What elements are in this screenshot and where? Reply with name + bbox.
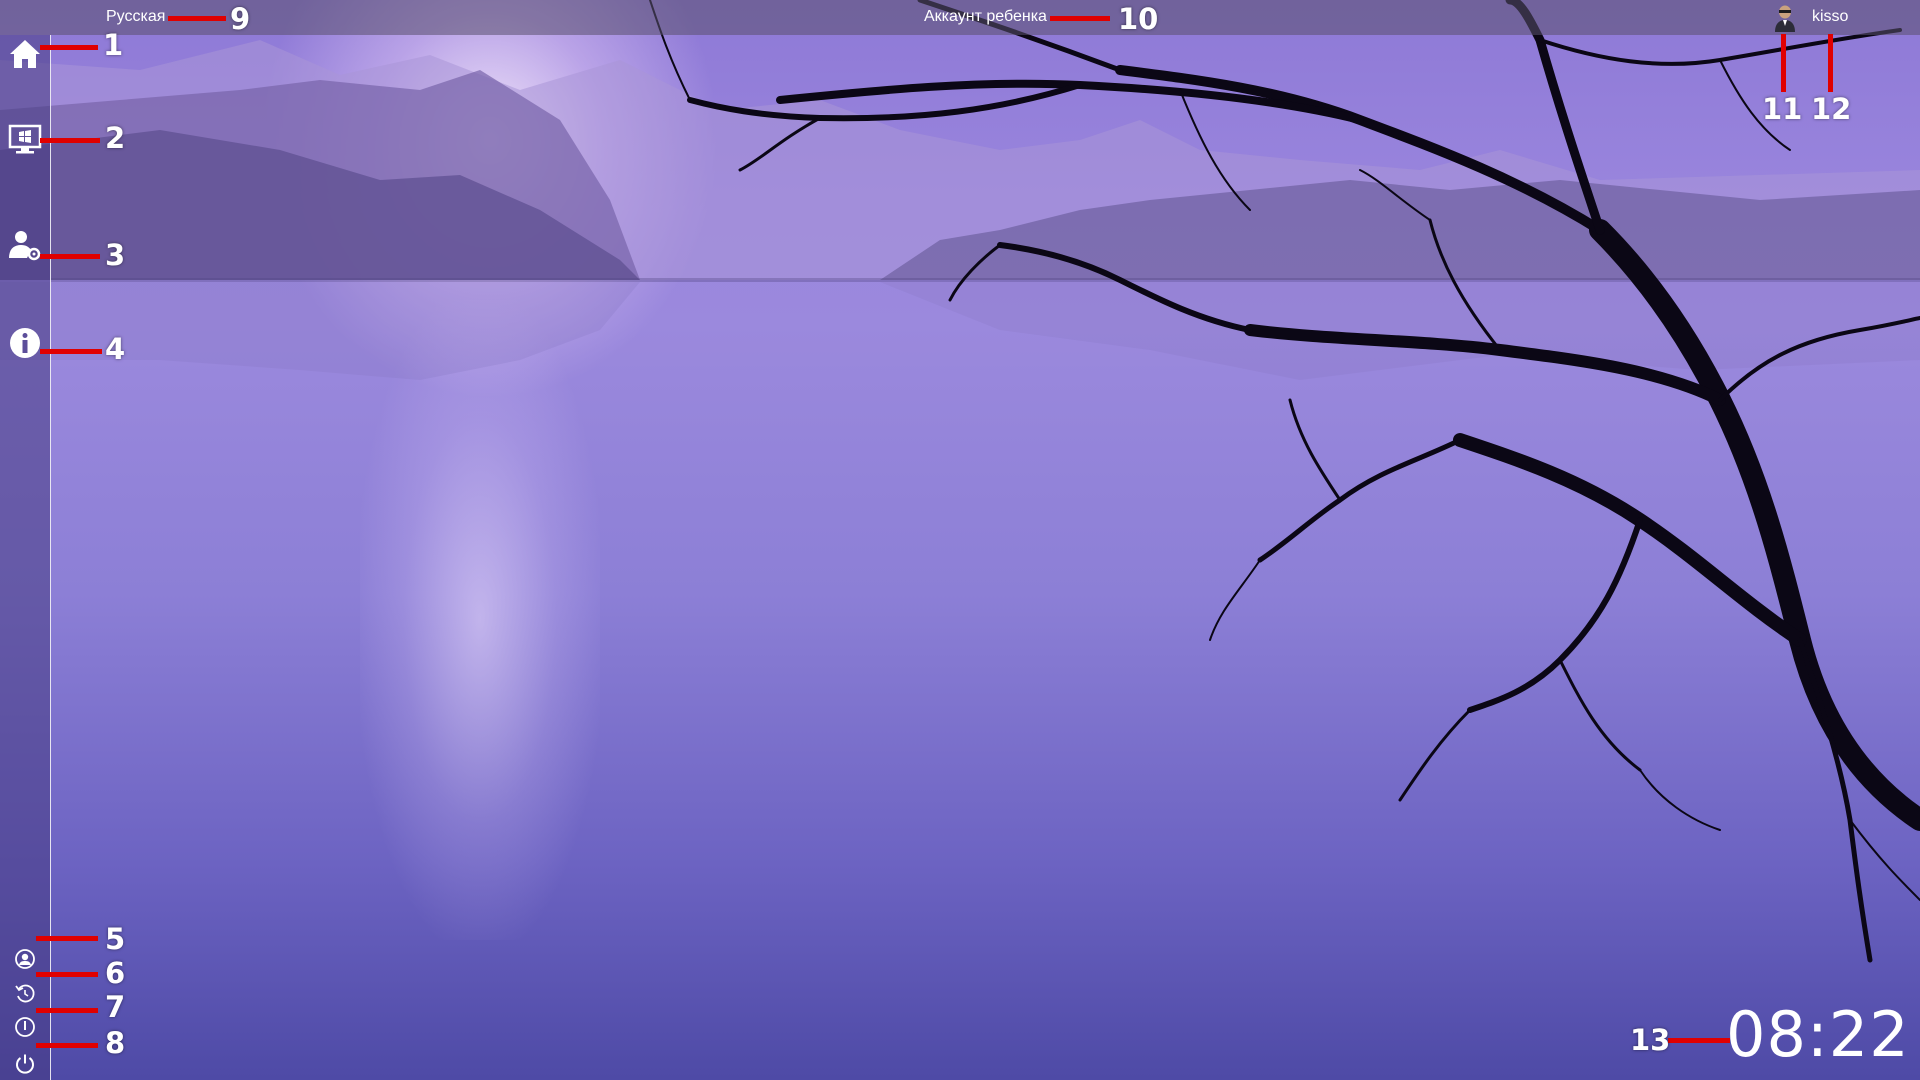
- annotation-number-7: 7: [105, 990, 126, 1024]
- user-switch-icon: [15, 949, 35, 969]
- desktop-wallpaper: [0, 0, 1920, 1080]
- restart-icon: [15, 984, 35, 1003]
- annotation-number-4: 4: [105, 332, 126, 366]
- annotation-number-9: 9: [230, 2, 251, 36]
- annotation-number-8: 8: [105, 1026, 126, 1060]
- account-type-label: Аккаунт ребенка: [924, 8, 1047, 25]
- annotation-line-6: [36, 972, 98, 977]
- annotation-line-7: [36, 1008, 98, 1013]
- annotation-line-8: [36, 1043, 98, 1048]
- annotation-number-5: 5: [105, 922, 126, 956]
- annotation-number-12: 12: [1811, 92, 1852, 126]
- user-settings-button[interactable]: [6, 227, 44, 265]
- annotation-line-1: [40, 45, 98, 50]
- info-button[interactable]: [6, 324, 44, 362]
- annotation-line-2: [40, 138, 100, 143]
- annotation-number-2: 2: [105, 121, 126, 155]
- annotation-number-1: 1: [103, 28, 124, 62]
- power-button[interactable]: [6, 1045, 44, 1080]
- annotation-line-4: [40, 349, 102, 354]
- user-settings-icon: [9, 231, 41, 261]
- windows-monitor-icon: [8, 124, 42, 154]
- standby-button[interactable]: [6, 1008, 44, 1046]
- annotation-line-3: [40, 254, 100, 259]
- desktop-button[interactable]: [6, 120, 44, 158]
- home-icon: [10, 40, 40, 68]
- annotation-number-11: 11: [1762, 92, 1803, 126]
- user-avatar-icon[interactable]: [1772, 4, 1798, 32]
- home-button[interactable]: [6, 35, 44, 73]
- annotation-line-9: [168, 16, 226, 21]
- annotation-line-12: [1828, 34, 1833, 92]
- standby-icon: [15, 1017, 35, 1037]
- power-icon: [16, 1054, 34, 1074]
- annotation-line-11: [1781, 34, 1786, 92]
- annotation-line-10: [1050, 16, 1110, 21]
- annotation-number-3: 3: [105, 238, 126, 272]
- top-bar: Русская Аккаунт ребенка kisso: [0, 0, 1920, 35]
- clock-time: 08:22: [1726, 998, 1910, 1071]
- username-label[interactable]: kisso: [1812, 8, 1848, 26]
- annotation-number-13: 13: [1630, 1023, 1671, 1057]
- annotation-number-6: 6: [105, 956, 126, 990]
- annotation-line-5: [36, 936, 98, 941]
- tree-silhouette: [649, 0, 1920, 963]
- sidebar: [0, 35, 51, 1080]
- annotation-number-10: 10: [1118, 2, 1159, 36]
- language-label[interactable]: Русская: [106, 8, 165, 26]
- annotation-line-13: [1668, 1038, 1730, 1043]
- info-icon: [10, 328, 40, 358]
